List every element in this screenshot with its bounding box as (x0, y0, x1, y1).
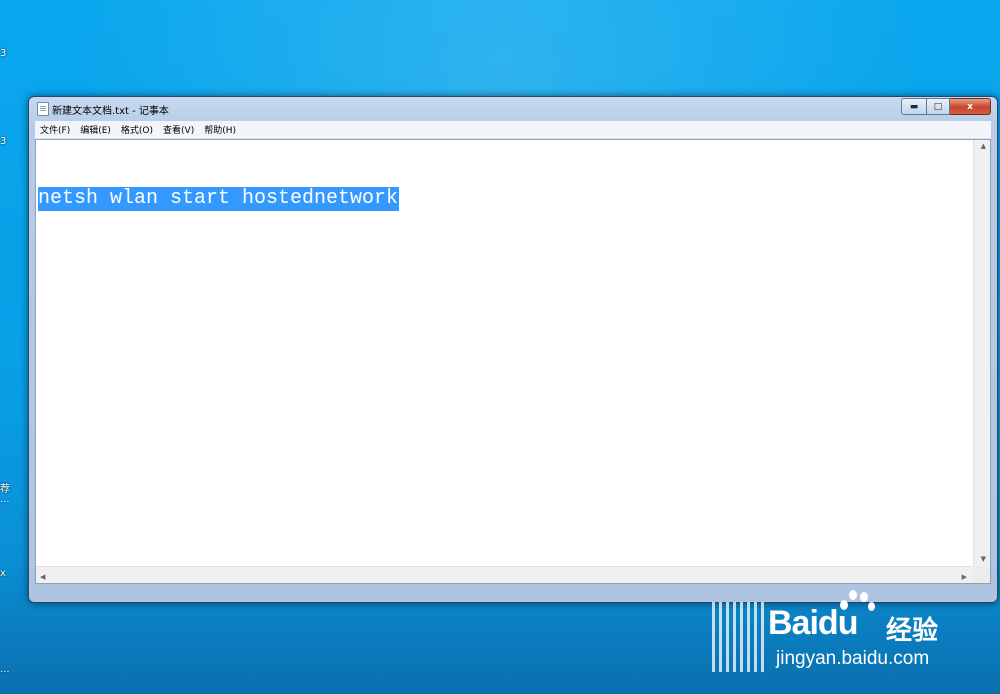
close-button[interactable]: x (950, 98, 991, 115)
desktop-icon-label[interactable]: ... (0, 494, 10, 505)
notepad-icon (37, 102, 49, 116)
horizontal-scrollbar[interactable]: ◀ ▶ (36, 566, 973, 583)
window-controls: ▬ □ x (901, 98, 991, 115)
watermark-logo: Baidu (768, 604, 858, 642)
menu-format[interactable]: 格式(O) (116, 123, 158, 136)
watermark-url: jingyan.baidu.com (776, 648, 930, 669)
selected-text[interactable]: netsh wlan start hostednetwork (38, 187, 400, 211)
desktop-icon-label[interactable]: 3 (0, 48, 6, 59)
watermark-cn: 经验 (886, 616, 939, 646)
vertical-scrollbar[interactable]: ▲ ▼ (973, 140, 990, 566)
menu-bar: 文件(F) 编辑(E) 格式(O) 查看(V) 帮助(H) (35, 121, 991, 139)
minimize-button[interactable]: ▬ (901, 98, 927, 115)
desktop-icon-label[interactable]: 3 (0, 136, 6, 147)
desktop-icon-label[interactable]: ... (0, 664, 10, 675)
notepad-window: 新建文本文档.txt - 记事本 ▬ □ x 文件(F) 编辑(E) 格式(O)… (28, 96, 998, 603)
text-editor[interactable]: netsh wlan start hostednetwork ▲ ▼ ◀ ▶ (35, 139, 991, 584)
text-area[interactable]: netsh wlan start hostednetwork (37, 140, 973, 566)
maximize-button[interactable]: □ (927, 98, 950, 115)
scroll-left-icon[interactable]: ◀ (40, 573, 45, 581)
title-bar[interactable]: 新建文本文档.txt - 记事本 ▬ □ x (29, 97, 997, 119)
scroll-up-icon[interactable]: ▲ (981, 142, 986, 150)
scrollbar-corner (973, 566, 990, 583)
scroll-down-icon[interactable]: ▼ (981, 555, 986, 563)
menu-edit[interactable]: 编辑(E) (75, 123, 116, 136)
menu-view[interactable]: 查看(V) (158, 123, 199, 136)
desktop-icon-label[interactable]: x (0, 568, 6, 579)
window-title: 新建文本文档.txt - 记事本 (52, 106, 169, 117)
menu-file[interactable]: 文件(F) (35, 123, 75, 136)
scroll-right-icon[interactable]: ▶ (962, 573, 967, 581)
watermark-stripes (712, 602, 764, 672)
baidu-watermark: Baidu 经验 jingyan.baidu.com (708, 588, 998, 688)
desktop-icon-label[interactable]: 荐 (0, 480, 10, 495)
menu-help[interactable]: 帮助(H) (199, 123, 241, 136)
